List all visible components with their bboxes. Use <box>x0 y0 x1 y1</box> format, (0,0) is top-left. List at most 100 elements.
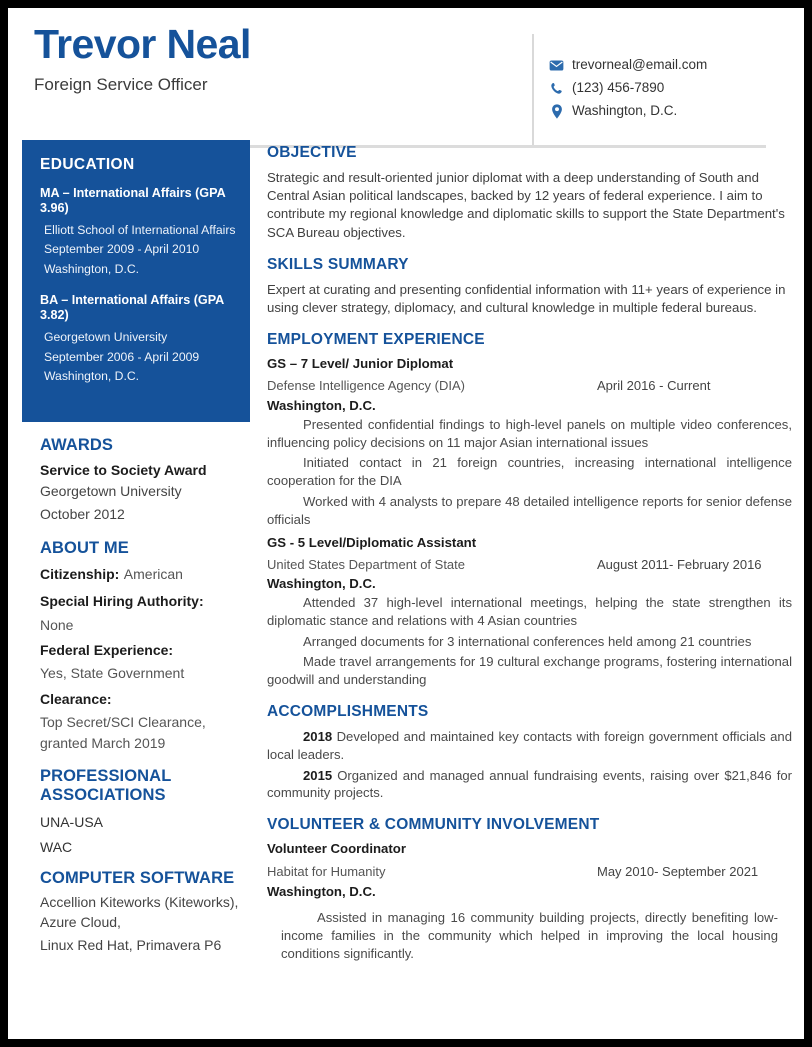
education-degree: BA – International Affairs (GPA 3.82) <box>40 293 224 323</box>
job-title: GS – 7 Level/ Junior Diplomat <box>267 356 454 372</box>
about-field-label: Clearance: <box>40 690 112 707</box>
about-field-federal-experience: Federal Experience: Yes, State Governmen… <box>40 641 244 684</box>
section-skills-summary: SKILLS SUMMARY Expert at curating and pr… <box>267 256 792 317</box>
about-field-value: American <box>123 565 183 582</box>
contact-block: trevorneal@email.com (123) 456-7890 Wash… <box>548 57 793 126</box>
volunteer-role: Volunteer Coordinator <box>267 841 406 857</box>
volunteer-meta: Habitat for Humanity May 2010- September … <box>267 863 792 881</box>
phone-icon <box>548 82 565 95</box>
resume-page: Trevor Neal Foreign Service Officer trev… <box>0 0 812 1047</box>
education-heading: EDUCATION <box>40 156 135 173</box>
job-location: Washington, D.C. <box>267 576 376 591</box>
volunteer-location: Washington, D.C. <box>267 883 376 899</box>
award-org: Georgetown University <box>40 483 182 500</box>
contact-phone-text: (123) 456-7890 <box>572 79 665 95</box>
education-location: Washington, D.C. <box>44 262 140 277</box>
contact-email-text: trevorneal@email.com <box>572 57 708 72</box>
about-field-value: Top Secret/SCI Clearance, granted March … <box>40 714 206 751</box>
job-bullet: Arranged documents for 3 international c… <box>303 633 752 649</box>
accomplishment-text: Organized and managed annual fundraising… <box>267 767 792 801</box>
skills-summary-heading: SKILLS SUMMARY <box>267 255 409 273</box>
accomplishment-year: 2015 <box>303 767 333 783</box>
sidebar-section-about-me: ABOUT ME Citizenship: American Special H… <box>22 539 254 753</box>
job-title: GS - 5 Level/Diplomatic Assistant <box>267 534 477 550</box>
volunteer-org: Habitat for Humanity <box>267 864 386 880</box>
software-line: Accellion Kiteworks (Kiteworks), Azure C… <box>40 894 239 931</box>
section-accomplishments: ACCOMPLISHMENTS 2018 Developed and maint… <box>267 703 792 802</box>
accomplishment-text: Developed and maintained key contacts wi… <box>267 728 793 762</box>
job-bullet: Attended 37 high-level international mee… <box>267 595 792 628</box>
job-meta: United States Department of State August … <box>267 556 792 574</box>
section-volunteer: VOLUNTEER & COMMUNITY INVOLVEMENT Volunt… <box>267 816 792 963</box>
awards-heading: AWARDS <box>40 436 114 455</box>
accomplishments-heading: ACCOMPLISHMENTS <box>267 702 429 720</box>
education-dates: September 2006 - April 2009 <box>44 349 200 364</box>
software-line: Linux Red Hat, Primavera P6 <box>40 937 222 954</box>
job-dates: April 2016 - Current <box>597 378 711 394</box>
sidebar-section-computer-software: COMPUTER SOFTWARE Accellion Kiteworks (K… <box>22 869 254 956</box>
job-employer: United States Department of State <box>267 556 465 572</box>
skills-summary-text: Expert at curating and presenting confid… <box>267 281 786 316</box>
about-field-citizenship: Citizenship: American <box>40 564 244 586</box>
employment-entry: GS – 7 Level/ Junior Diplomat Defense In… <box>267 356 792 528</box>
job-bullet: Presented confidential findings to high-… <box>267 416 792 450</box>
location-pin-icon <box>548 104 565 119</box>
section-objective: OBJECTIVE Strategic and result-oriented … <box>267 144 792 242</box>
volunteer-heading: VOLUNTEER & COMMUNITY INVOLVEMENT <box>267 816 600 834</box>
job-location: Washington, D.C. <box>267 397 376 413</box>
professional-associations-heading: PROFESSIONAL ASSOCIATIONS <box>40 766 172 804</box>
accomplishment-year: 2018 <box>303 728 333 744</box>
award-date: October 2012 <box>40 505 125 522</box>
about-field-value: Yes, State Government <box>40 665 185 682</box>
sidebar-section-education: EDUCATION MA – International Affairs (GP… <box>22 140 250 423</box>
about-field-value: None <box>40 616 74 633</box>
email-icon <box>548 60 565 71</box>
employment-heading: EMPLOYMENT EXPERIENCE <box>267 331 485 349</box>
page-title: Trevor Neal <box>34 21 251 67</box>
job-bullet: Made travel arrangements for 19 cultural… <box>267 654 792 688</box>
education-dates: September 2009 - April 2010 <box>44 242 200 257</box>
sidebar-section-awards: AWARDS Service to Society Award Georgeto… <box>22 436 254 525</box>
computer-software-heading: COMPUTER SOFTWARE <box>40 868 235 887</box>
education-degree: MA – International Affairs (GPA 3.96) <box>40 186 226 216</box>
about-field-label: Citizenship: <box>40 565 120 582</box>
job-meta: Defense Intelligence Agency (DIA) April 2… <box>267 377 792 395</box>
objective-heading: OBJECTIVE <box>267 144 357 161</box>
volunteer-dates: May 2010- September 2021 <box>597 864 759 880</box>
contact-location-row[interactable]: Washington, D.C. <box>548 103 793 120</box>
job-dates: August 2011- February 2016 <box>597 556 762 572</box>
job-bullet: Worked with 4 analysts to prepare 48 det… <box>267 493 792 527</box>
resume-header: Trevor Neal Foreign Service Officer trev… <box>8 8 804 148</box>
education-school: Elliott School of International Affairs <box>44 222 236 237</box>
about-field-label: Special Hiring Authority: <box>40 592 204 609</box>
education-location: Washington, D.C. <box>44 369 140 384</box>
resume-sheet: Trevor Neal Foreign Service Officer trev… <box>8 8 804 1039</box>
objective-text: Strategic and result-oriented junior dip… <box>267 170 785 240</box>
list-item: UNA-USA <box>40 813 104 830</box>
contact-location-text: Washington, D.C. <box>572 102 678 118</box>
header-identity: Trevor Neal Foreign Service Officer <box>34 22 504 96</box>
job-employer: Defense Intelligence Agency (DIA) <box>267 378 465 394</box>
accomplishment-item: 2018 Developed and maintained key contac… <box>267 728 792 764</box>
resume-body: EDUCATION MA – International Affairs (GP… <box>8 140 804 978</box>
sidebar-column: EDUCATION MA – International Affairs (GP… <box>22 140 254 959</box>
header-vertical-divider <box>532 34 534 146</box>
award-title: Service to Society Award <box>40 461 207 478</box>
contact-phone-row[interactable]: (123) 456-7890 <box>548 80 793 97</box>
accomplishment-item: 2015 Organized and managed annual fundra… <box>267 767 792 803</box>
list-item: WAC <box>40 838 73 855</box>
education-entry: MA – International Affairs (GPA 3.96) El… <box>40 186 236 280</box>
contact-email-row[interactable]: trevorneal@email.com <box>548 57 793 74</box>
about-field-special-hiring-authority: Special Hiring Authority: None <box>40 592 244 635</box>
volunteer-bullet: Assisted in managing 16 community buildi… <box>281 909 778 962</box>
education-school: Georgetown University <box>44 329 168 344</box>
employment-entry: GS - 5 Level/Diplomatic Assistant United… <box>267 535 792 689</box>
section-employment-experience: EMPLOYMENT EXPERIENCE GS – 7 Level/ Juni… <box>267 331 792 689</box>
job-bullet: Initiated contact in 21 foreign countrie… <box>267 455 792 489</box>
education-entry: BA – International Affairs (GPA 3.82) Ge… <box>40 293 236 387</box>
main-column: OBJECTIVE Strategic and result-oriented … <box>267 140 792 978</box>
sidebar-section-professional-associations: PROFESSIONAL ASSOCIATIONS UNA-USA WAC <box>22 767 254 855</box>
about-me-heading: ABOUT ME <box>40 538 129 557</box>
about-field-label: Federal Experience: <box>40 641 174 658</box>
header-job-title: Foreign Service Officer <box>34 75 208 95</box>
